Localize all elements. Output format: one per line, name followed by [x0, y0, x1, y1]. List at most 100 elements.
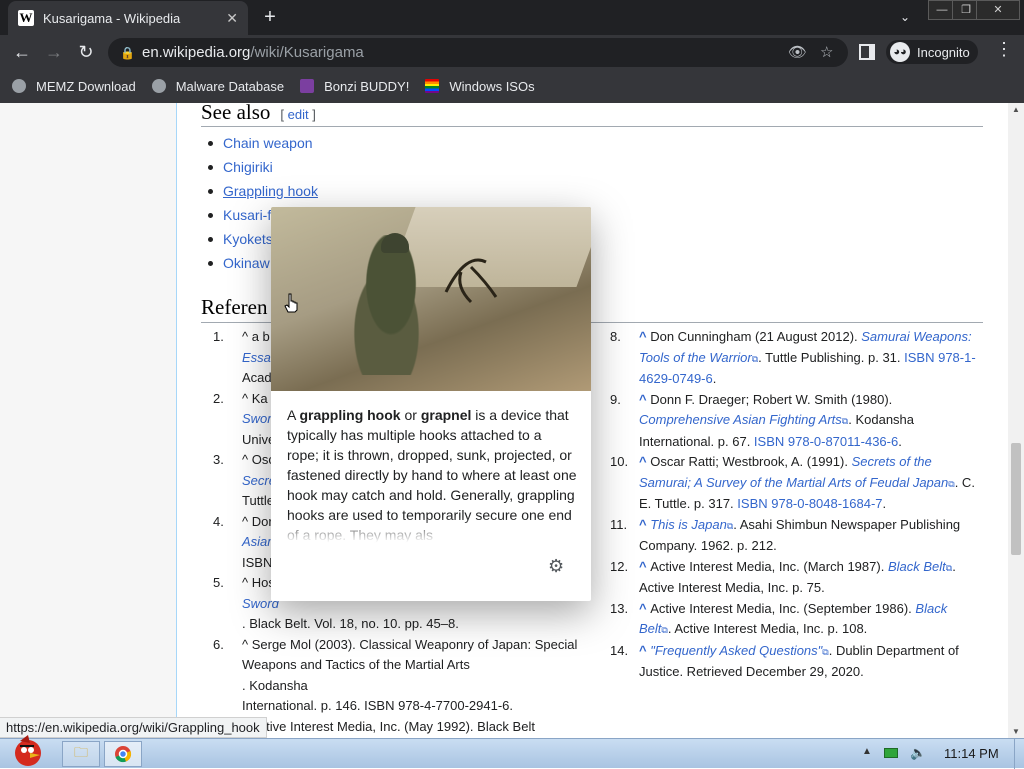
start-button[interactable] — [4, 733, 52, 767]
reference-title-link[interactable]: Comprehensive Asian Fighting Arts — [639, 412, 842, 427]
page-preview-popup[interactable]: A grappling hook or grapnel is a device … — [271, 207, 591, 601]
taskbar-explorer[interactable]: 🗀 — [62, 741, 100, 767]
image-helmet — [381, 233, 409, 253]
see-also-heading: See also[ edit ] — [201, 103, 316, 124]
reference-title-link[interactable]: This is Japan — [650, 517, 727, 532]
reference-line: . Kodansha — [242, 677, 308, 693]
back-button[interactable]: ← — [10, 39, 34, 65]
side-panel-icon[interactable] — [859, 44, 875, 60]
scroll-down-icon[interactable]: ▼ — [1012, 727, 1020, 736]
link-chain-weapon[interactable]: Chain weapon — [223, 135, 313, 151]
address-bar[interactable]: 🔒 en.wikipedia.org/wiki/Kusarigama 👁 ☆ — [108, 38, 848, 67]
bookmark-star-icon[interactable]: ☆ — [820, 43, 833, 61]
reference-title-link[interactable]: Black Belt — [888, 559, 946, 574]
edit-link[interactable]: edit — [288, 107, 309, 122]
backlink-caret[interactable]: ^ — [639, 392, 650, 407]
tracking-protection-eye-icon[interactable]: 👁 — [788, 43, 807, 61]
scrollbar-thumb[interactable] — [1011, 443, 1021, 555]
link-grappling-hook[interactable]: Grappling hook — [223, 183, 318, 199]
volume-icon[interactable]: 🔈 — [910, 745, 926, 761]
reference-number: 5. — [213, 575, 224, 590]
link-okinawan-weapons[interactable]: Okinaw — [223, 255, 270, 271]
reference-number: 8. — [610, 329, 621, 344]
profile-label: Incognito — [917, 44, 970, 60]
list-item: Grappling hook — [205, 181, 318, 205]
isbn-link[interactable]: ISBN 978-0-8048-1684-7 — [737, 496, 882, 511]
reference-author: Don Cunningham (21 August 2012). — [650, 329, 862, 344]
tray-expand-icon[interactable]: ▲ — [862, 746, 872, 757]
reference-title[interactable]: This is Japan — [650, 517, 727, 532]
reference-item: 7.^ Active Interest Media, Inc. (May 199… — [213, 717, 587, 739]
page-content: See also[ edit ] Chain weapon Chigiriki … — [0, 103, 1008, 738]
reference-author: Oscar Ratti; Westbrook, A. (1991). — [650, 454, 852, 469]
new-tab-button[interactable]: + — [259, 4, 281, 30]
globe-icon — [151, 79, 166, 93]
reference-item: 6. ^ Serge Mol (2003). Classical Weaponry… — [213, 635, 587, 717]
incognito-profile-button[interactable]: ◕◕ Incognito — [886, 40, 978, 64]
backlink-caret[interactable]: ^ — [639, 329, 650, 344]
page-scrollbar[interactable]: ▲ ▼ — [1008, 103, 1024, 738]
forward-button[interactable]: → — [42, 39, 66, 65]
link-kusari-fundo[interactable]: Kusari-f — [223, 207, 271, 223]
reference-item: 8. ^ Don Cunningham (21 August 2012). Sam… — [610, 327, 976, 390]
url-domain: en.wikipedia.org — [142, 44, 251, 61]
bookmark-bonzi-buddy[interactable]: Bonzi BUDDY! — [300, 79, 409, 94]
reference-tail: . — [882, 496, 887, 511]
reference-item: 10. ^ Oscar Ratti; Westbrook, A. (1991). … — [610, 452, 976, 515]
reference-number: 4. — [213, 513, 224, 529]
close-tab-icon[interactable]: ✕ — [226, 10, 238, 27]
reference-item: 11. ^ This is Japan⧉. Asahi Shimbun Newsp… — [610, 515, 976, 557]
menu-kebab-icon[interactable]: ⋮ — [995, 39, 1013, 60]
backlink-caret[interactable]: ^ — [639, 559, 650, 574]
close-window-button[interactable]: ✕ — [976, 0, 1020, 20]
incognito-icon: ◕◕ — [890, 42, 910, 62]
reference-line: International. p. 146. ISBN 978-4-7700-2… — [242, 698, 514, 713]
link-kyoketsu-shoge[interactable]: Kyokets — [223, 231, 273, 247]
reference-line: Weapons and Tactics of the Martial Arts — [242, 657, 470, 672]
left-sidebar — [0, 103, 176, 738]
reference-number: 11. — [610, 516, 628, 532]
show-desktop-button[interactable] — [1014, 739, 1024, 769]
reference-item: 12. ^ Active Interest Media, Inc. (March … — [610, 557, 976, 599]
reference-title-link[interactable]: "Frequently Asked Questions" — [650, 643, 822, 658]
reference-title[interactable]: Comprehensive Asian Fighting Arts — [639, 412, 842, 427]
tab-kusarigama[interactable]: W Kusarigama - Wikipedia ✕ — [8, 1, 248, 35]
reference-publisher: . Active Interest Media, Inc. p. 108. — [667, 621, 868, 636]
reference-title[interactable]: "Frequently Asked Questions" — [650, 643, 822, 658]
reference-number: 2. — [213, 390, 224, 406]
reference-title[interactable]: Black Belt — [888, 559, 946, 574]
isbn-link[interactable]: ISBN 978-0-87011-436-6 — [754, 434, 898, 449]
reference-line: ^ Serge Mol (2003). Classical Weaponry o… — [242, 636, 578, 652]
backlink-caret[interactable]: ^ — [639, 454, 650, 469]
preview-image[interactable] — [271, 207, 591, 391]
link-chigiriki[interactable]: Chigiriki — [223, 159, 273, 175]
browser-toolbar: ← → ↻ 🔒 en.wikipedia.org/wiki/Kusarigama… — [0, 35, 1024, 69]
reload-button[interactable]: ↻ — [74, 39, 98, 65]
backlink-caret[interactable]: ^ — [639, 517, 650, 532]
lock-icon[interactable]: 🔒 — [120, 46, 135, 60]
scroll-up-icon[interactable]: ▲ — [1012, 105, 1020, 114]
references-heading: Referen — [201, 295, 268, 319]
list-item: Chain weapon — [205, 133, 318, 157]
reference-item: 9. ^ Donn F. Draeger; Robert W. Smith (19… — [610, 390, 976, 453]
backlink-caret[interactable]: ^ — [639, 643, 650, 658]
bookmarks-bar: MEMZ Download Malware Database Bonzi BUD… — [0, 69, 1024, 103]
reference-number: 1. — [213, 329, 224, 344]
bookmark-windows-isos[interactable]: Windows ISOs — [425, 79, 535, 94]
reference-author: Active Interest Media, Inc. (September 1… — [650, 600, 916, 616]
tab-search-chevron-icon[interactable]: ⌄ — [896, 6, 914, 28]
backlink-caret[interactable]: ^ — [639, 601, 650, 616]
gear-icon[interactable]: ⚙ — [548, 556, 564, 577]
taskbar-clock[interactable]: 11:14 PM — [944, 746, 999, 761]
network-icon[interactable] — [884, 748, 898, 758]
bookmark-memz[interactable]: MEMZ Download — [12, 79, 136, 94]
reference-number: 6. — [213, 636, 224, 652]
browser-chrome: W Kusarigama - Wikipedia ✕ + ⌄ — ❐ ✕ ← →… — [0, 0, 1024, 103]
reference-number: 13. — [610, 600, 629, 616]
taskbar-chrome[interactable] — [104, 741, 142, 767]
reference-tail: . — [712, 371, 717, 386]
bookmark-malware-database[interactable]: Malware Database — [151, 79, 284, 94]
reference-number: 12. — [610, 558, 629, 574]
chrome-icon — [115, 746, 132, 763]
reference-tail: . — [898, 433, 902, 449]
